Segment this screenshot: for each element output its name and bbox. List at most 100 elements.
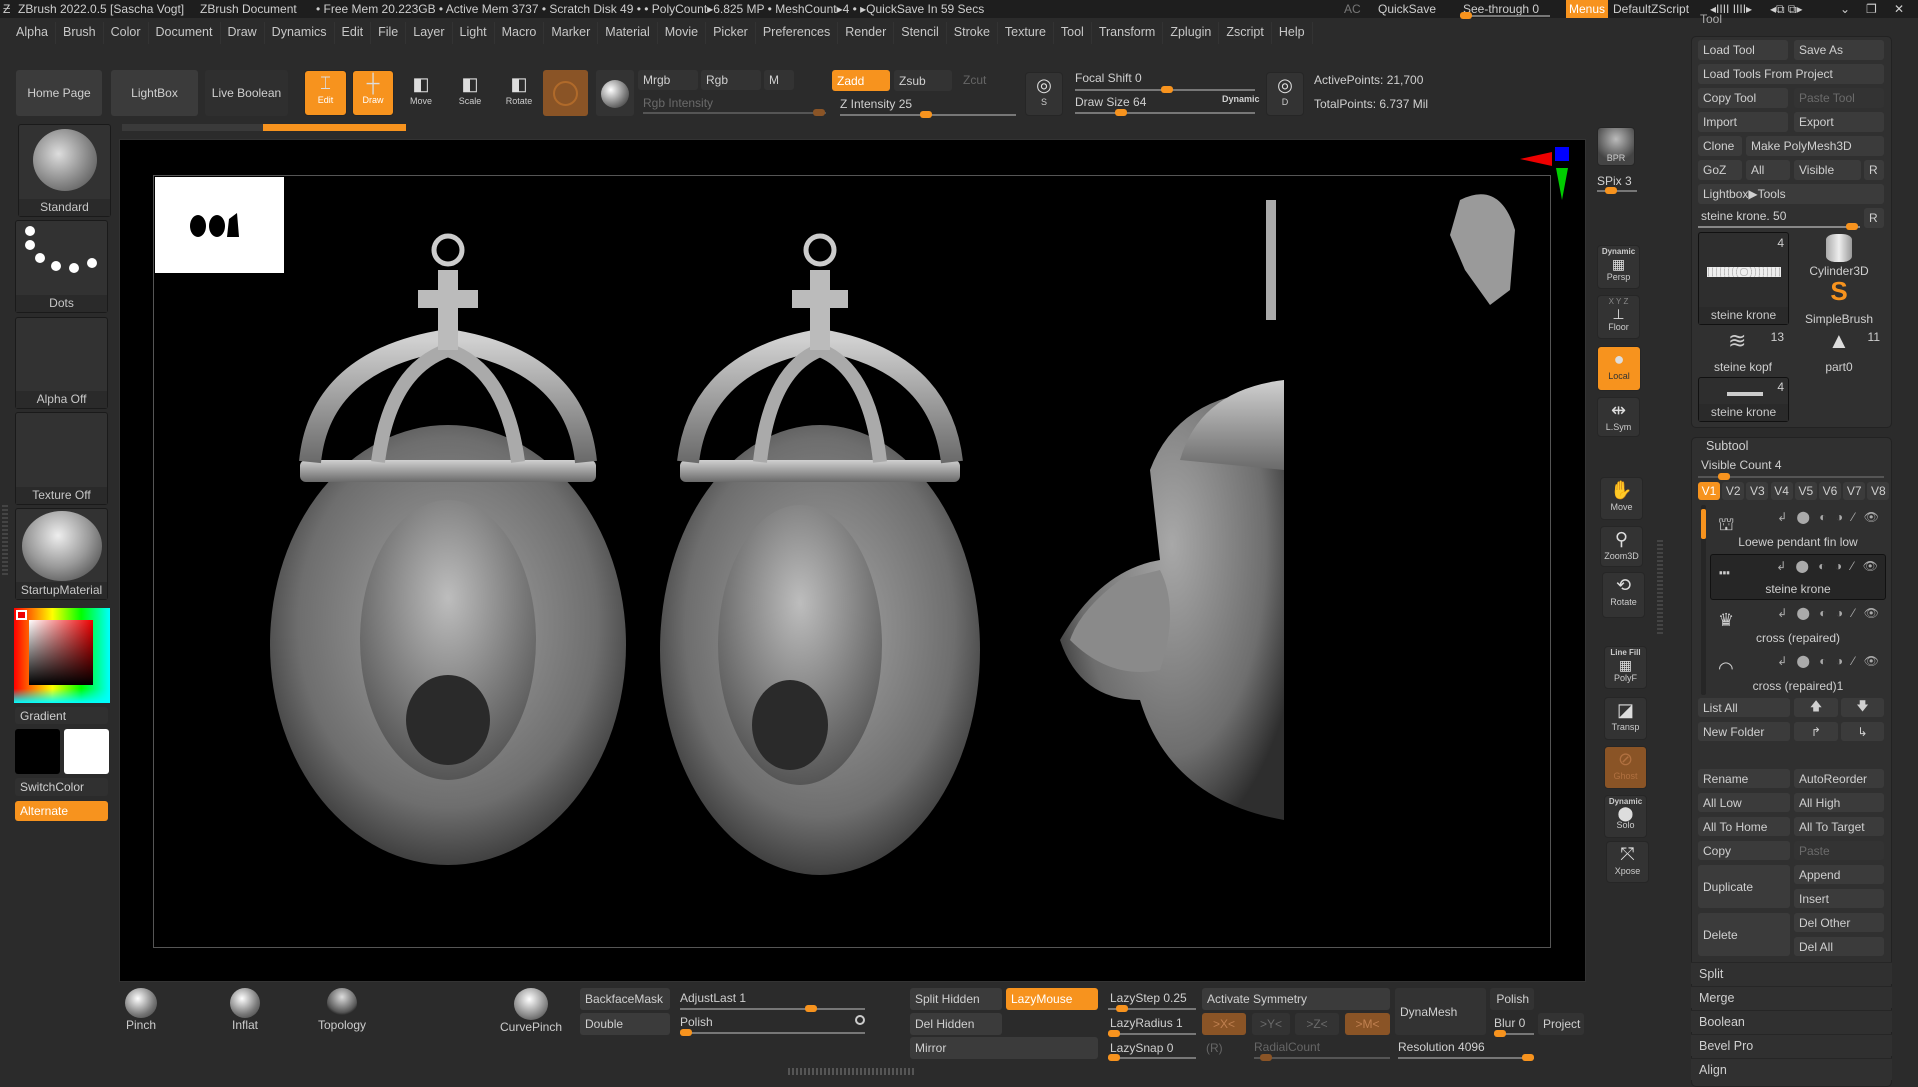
stroke-selector[interactable]: Dots [15,220,108,313]
export-button[interactable]: Export [1794,112,1884,132]
backfacemask-button[interactable]: BackfaceMask [580,988,670,1010]
all-high-button[interactable]: All High [1794,793,1884,812]
menu-document[interactable]: Document [156,22,221,44]
tool-r-button[interactable]: R [1864,208,1884,228]
home-page-button[interactable]: Home Page [16,70,102,116]
rename-button[interactable]: Rename [1698,769,1790,788]
del-hidden-button[interactable]: Del Hidden [910,1013,1002,1035]
secondary-color-swatch[interactable] [64,729,109,774]
make-polymesh3d-button[interactable]: Make PolyMesh3D [1746,136,1884,156]
activate-symmetry-button[interactable]: Activate Symmetry [1202,988,1390,1010]
symmetry-m-button[interactable]: >M< [1345,1013,1390,1035]
paste-button[interactable]: Paste [1794,841,1884,860]
switchcolor-button[interactable]: SwitchColor [15,778,108,796]
solo-button[interactable]: Dynamic ⬤ Solo [1604,795,1647,838]
menu-transform[interactable]: Transform [1099,22,1164,44]
version-v6-button[interactable]: V6 [1819,482,1841,500]
menu-zplugin[interactable]: Zplugin [1170,22,1220,44]
subtool-item[interactable]: ↲ ⬤ ◐ ◑ ⁄ 👁 ♛ cross (repaired) [1710,602,1886,648]
section-merge[interactable]: Merge [1691,986,1892,1008]
blur-slider[interactable] [1494,1030,1534,1037]
section-split[interactable]: Split [1691,962,1892,984]
load-tool-button[interactable]: Load Tool [1698,40,1788,60]
menu-brush[interactable]: Brush [63,22,104,44]
subtool-toggles-icon[interactable]: ↲ ⬤ ◐ ◑ ⁄ 👁 [1776,559,1881,573]
menu-color[interactable]: Color [111,22,149,44]
color-saturation-square[interactable] [29,620,93,685]
del-all-button[interactable]: Del All [1794,937,1884,956]
lightbox-tools-button[interactable]: Lightbox▶Tools [1698,184,1884,204]
rgb-intensity-slider[interactable] [643,109,826,116]
goz-visible-button[interactable]: Visible [1794,160,1861,180]
menu-texture[interactable]: Texture [1005,22,1054,44]
tool-thumb-steine-krone[interactable]: 4 steine krone [1698,232,1789,325]
zcut-button[interactable]: Zcut [963,73,986,87]
subtool-toggles-icon[interactable]: ↲ ⬤ ◐ ◑ ⁄ 👁 [1777,510,1882,524]
shelf-tab[interactable] [122,124,263,131]
section-bevel-pro[interactable]: Bevel Pro [1691,1034,1892,1056]
menu-preferences[interactable]: Preferences [763,22,839,44]
canvas[interactable] [119,139,1586,982]
list-all-button[interactable]: List All [1698,698,1790,717]
new-folder-button[interactable]: New Folder [1698,722,1790,741]
folder-down-button[interactable]: ↳ [1841,722,1884,741]
menu-layer[interactable]: Layer [413,22,453,44]
dynamic-toggle[interactable]: Dynamic [1222,94,1260,104]
default-zscript-button[interactable]: DefaultZScript [1613,2,1689,16]
texture-selector[interactable]: Texture Off [15,412,108,505]
all-to-home-button[interactable]: All To Home [1698,817,1790,836]
tool-thumb-simplebrush[interactable]: S SimpleBrush [1794,276,1884,326]
alternate-button[interactable]: Alternate [15,801,108,821]
symmetry-x-button[interactable]: >X< [1202,1013,1246,1035]
pinch-brush-button[interactable]: Pinch [120,988,162,1038]
zsub-button[interactable]: Zsub [894,70,952,91]
menu-picker[interactable]: Picker [713,22,756,44]
lazyradius-slider[interactable] [1108,1030,1196,1037]
bpr-button[interactable]: BPR [1597,127,1635,166]
floor-button[interactable]: X Y Z ⊥ Floor [1597,295,1640,339]
move-up-button[interactable]: 🡅 [1794,698,1838,717]
draw-button[interactable]: ┼ Draw [352,70,394,116]
mrgb-button[interactable]: Mrgb [638,70,698,90]
delete-button[interactable]: Delete [1698,913,1790,956]
menu-macro[interactable]: Macro [502,22,545,44]
version-v2-button[interactable]: V2 [1722,482,1745,500]
menu-stencil[interactable]: Stencil [901,22,947,44]
live-boolean-button[interactable]: Live Boolean [205,70,288,116]
bottom-tray-handle[interactable] [788,1068,916,1075]
menu-edit[interactable]: Edit [342,22,372,44]
quicksave-button[interactable]: QuickSave [1378,2,1436,16]
inflat-brush-button[interactable]: Inflat [224,988,266,1038]
zadd-button[interactable]: Zadd [832,70,890,91]
goz-all-button[interactable]: All [1746,160,1790,180]
del-other-button[interactable]: Del Other [1794,913,1884,932]
curvepinch-brush-button[interactable]: CurvePinch [497,988,565,1038]
polish-slider[interactable] [680,1029,865,1036]
draw-size-slider[interactable] [1075,109,1255,116]
menu-file[interactable]: File [378,22,407,44]
layout-icon[interactable]: ◂⧉ ⧉▸ [1770,2,1803,17]
menu-marker[interactable]: Marker [551,22,599,44]
brush-selector[interactable]: Standard [18,124,111,217]
lsym-button[interactable]: ⇹ L.Sym [1597,397,1640,437]
tool-thumb-part0[interactable]: ▲ 11 part0 [1794,328,1884,374]
minimize-icon[interactable]: ⌄ [1840,2,1850,16]
rotate-view-button[interactable]: ⟲ Rotate [1602,572,1645,618]
move-view-button[interactable]: ✋ Move [1600,477,1643,520]
move-button[interactable]: ◧ Move [404,72,438,112]
load-tools-from-project-button[interactable]: Load Tools From Project [1698,64,1884,84]
xpose-button[interactable]: ⤧ Xpose [1606,841,1649,883]
copy-button[interactable]: Copy [1698,841,1790,860]
folder-move-button[interactable]: ↱ [1794,722,1838,741]
version-v4-button[interactable]: V4 [1770,482,1793,500]
m-button[interactable]: M [764,70,794,90]
persp-button[interactable]: Dynamic ▦ Persp [1597,245,1640,289]
visible-count-slider[interactable] [1698,473,1884,480]
move-down-button[interactable]: 🡇 [1841,698,1884,717]
all-to-target-button[interactable]: All To Target [1794,817,1884,836]
subtool-scrollbar[interactable] [1701,505,1706,695]
autoreorder-button[interactable]: AutoReorder [1794,769,1884,788]
menu-dynamics[interactable]: Dynamics [272,22,335,44]
radial-r-button[interactable]: (R) [1206,1041,1223,1055]
insert-button[interactable]: Insert [1794,889,1884,908]
